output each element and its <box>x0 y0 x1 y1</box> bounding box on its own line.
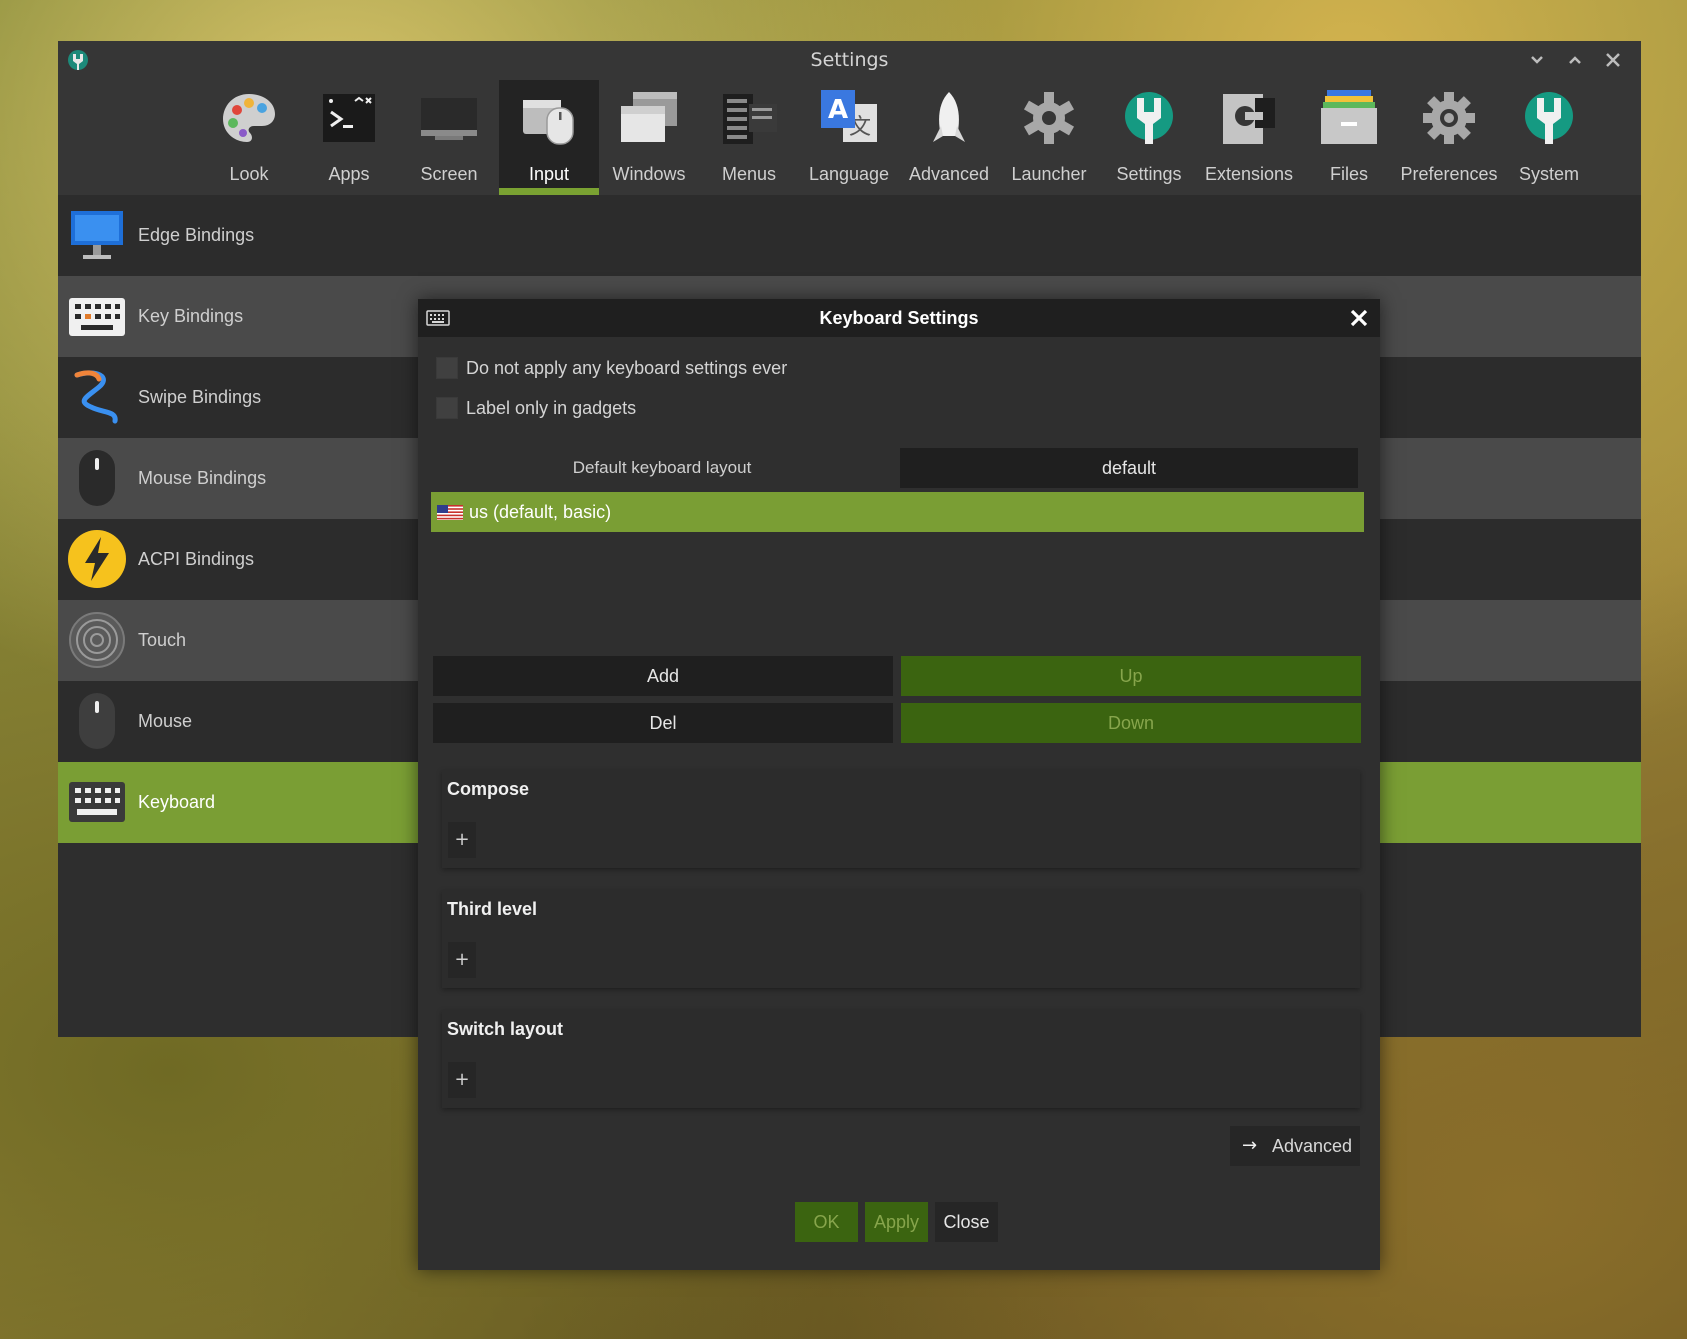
toolbar-item-screen[interactable]: Screen <box>399 80 499 195</box>
sidebar-item-label: Mouse <box>138 711 193 731</box>
close-icon <box>1606 53 1620 67</box>
third-level-add-button[interactable]: + <box>448 942 476 978</box>
settings-wrench-icon <box>1125 92 1173 144</box>
toolbar-item-language[interactable]: 文 A Language <box>799 80 899 195</box>
sidebar-item-label: Touch <box>138 630 187 650</box>
del-button[interactable]: Del <box>433 703 893 743</box>
palette-icon <box>223 94 275 142</box>
up-button[interactable]: Up <box>901 656 1361 696</box>
toolbar-item-preferences[interactable]: Preferences <box>1399 80 1499 195</box>
sidebar-item-label: Keyboard <box>138 792 216 812</box>
checkbox-label: Do not apply any keyboard settings ever <box>466 358 788 378</box>
sidebar-item-edge-bindings[interactable]: Edge Bindings <box>58 195 1641 276</box>
extensions-icon <box>1223 94 1275 144</box>
translate-icon: 文 A <box>821 90 877 142</box>
add-button[interactable]: Add <box>433 656 893 696</box>
default-layout-selector[interactable]: default <box>900 448 1358 488</box>
apply-button[interactable]: Apply <box>865 1202 928 1242</box>
section-title: Compose <box>447 779 530 799</box>
switch-layout-section: Switch layout + <box>442 1010 1360 1108</box>
mouse-icon <box>79 450 115 506</box>
switch-layout-add-button[interactable]: + <box>448 1062 476 1098</box>
close-button[interactable]: Close <box>935 1202 998 1242</box>
toolbar-item-advanced[interactable]: Advanced <box>899 80 999 195</box>
monitor-icon <box>71 211 123 259</box>
close-icon <box>1350 309 1368 327</box>
touch-icon <box>69 612 125 668</box>
us-flag-icon <box>437 505 463 520</box>
label-only-checkbox[interactable] <box>436 397 458 419</box>
mouse-keyboard-icon <box>523 100 574 145</box>
third-level-section: Third level + <box>442 890 1360 988</box>
window-title: Settings <box>810 49 889 71</box>
layout-list[interactable]: us (default, basic) <box>431 492 1364 642</box>
checkbox-label: Label only in gadgets <box>466 398 637 418</box>
compose-section: Compose + <box>442 770 1360 868</box>
advanced-button[interactable]: → Advanced <box>1230 1126 1360 1166</box>
sidebar-item-label: Key Bindings <box>138 306 244 326</box>
sidebar-item-label: Mouse Bindings <box>138 468 267 488</box>
maximize-button[interactable] <box>1562 47 1588 73</box>
arrow-right-icon: → <box>1242 1135 1258 1156</box>
keyboard-icon <box>69 298 125 336</box>
toolbar-item-input[interactable]: Input <box>499 80 599 195</box>
rocket-icon <box>933 92 965 142</box>
toolbar-item-launcher[interactable]: Launcher <box>999 80 1099 195</box>
dialog-close-button[interactable] <box>1346 305 1372 331</box>
sidebar-item-label: ACPI Bindings <box>138 549 255 569</box>
default-layout-label: Default keyboard layout <box>572 458 752 477</box>
sidebar-item-label: Edge Bindings <box>138 225 255 245</box>
files-icon <box>1321 90 1377 144</box>
no-apply-checkbox-row[interactable]: Do not apply any keyboard settings ever <box>436 355 816 381</box>
toolbar-item-windows[interactable]: Windows <box>599 80 699 195</box>
toolbar-item-extensions[interactable]: Extensions <box>1199 80 1299 195</box>
launcher-gear-icon <box>1023 92 1075 144</box>
keyboard-settings-dialog: Keyboard Settings Do not apply any keybo… <box>418 299 1380 1270</box>
minimize-button[interactable] <box>1524 47 1550 73</box>
terminal-icon <box>323 94 375 142</box>
window-close-button[interactable] <box>1600 47 1626 73</box>
dialog-titlebar[interactable]: Keyboard Settings <box>418 299 1380 337</box>
toolbar-item-files[interactable]: Files <box>1299 80 1399 195</box>
toolbar-item-system[interactable]: System <box>1499 80 1599 195</box>
toolbar-item-settings[interactable]: Settings <box>1099 80 1199 195</box>
ok-button[interactable]: OK <box>795 1202 858 1242</box>
swipe-icon <box>74 370 118 424</box>
chevron-up-icon <box>1569 56 1581 64</box>
down-button[interactable]: Down <box>901 703 1361 743</box>
sidebar-item-label: Swipe Bindings <box>138 387 262 407</box>
no-apply-checkbox[interactable] <box>436 357 458 379</box>
dialog-title: Keyboard Settings <box>819 308 979 328</box>
list-item[interactable]: us (default, basic) <box>431 492 1364 532</box>
chevron-down-icon <box>1531 56 1543 64</box>
mouse-icon <box>79 693 115 749</box>
layout-item-label: us (default, basic) <box>469 502 612 522</box>
toolbar-item-apps[interactable]: Apps <box>299 80 399 195</box>
svg-text:A: A <box>828 95 848 125</box>
keyboard-icon <box>69 782 125 822</box>
screen-icon <box>421 98 477 140</box>
toolbar-label: System <box>1518 164 1579 184</box>
window-titlebar[interactable]: Settings <box>58 41 1641 79</box>
toolbar-item-look[interactable]: Look <box>199 80 299 195</box>
section-title: Switch layout <box>447 1019 564 1039</box>
label-only-checkbox-row[interactable]: Label only in gadgets <box>436 395 656 421</box>
section-title: Third level <box>447 899 538 919</box>
advanced-label: Advanced <box>1272 1136 1353 1156</box>
toolbar-item-menus[interactable]: Menus <box>699 80 799 195</box>
compose-add-button[interactable]: + <box>448 822 476 858</box>
preferences-gear-icon <box>1423 92 1475 144</box>
menus-icon <box>723 94 777 144</box>
windows-icon <box>621 92 677 142</box>
lightning-icon <box>68 530 126 588</box>
system-wrench-icon <box>1525 92 1573 144</box>
